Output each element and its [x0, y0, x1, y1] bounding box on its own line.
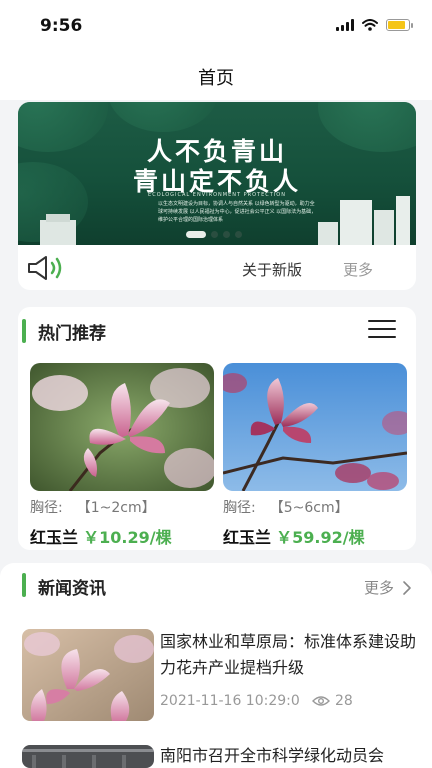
news-more-link[interactable]: 更多 [364, 577, 394, 598]
carousel-dot[interactable] [235, 231, 242, 238]
signal-icon [336, 19, 354, 31]
news-thumbnail[interactable] [22, 745, 154, 768]
notice-text[interactable]: 关于新版 [242, 259, 302, 280]
news-date: 2021-11-16 10:29:0 [160, 693, 300, 709]
news-section: 新闻资讯 更多 国家林业和草原局：标准体系建设助力花卉产业提档升级 2021-1… [0, 563, 432, 768]
product-card[interactable]: 胸径: 【5~6cm】 红玉兰 ￥59.92/棵 [223, 363, 407, 548]
product-image[interactable] [223, 363, 407, 491]
carousel-dot[interactable] [223, 231, 230, 238]
spec-value: 【1~2cm】 [76, 500, 156, 516]
product-price-line: 红玉兰 ￥59.92/棵 [223, 524, 407, 548]
banner-card: 人不负青山 青山定不负人 ECOLOGICAL ENVIRONMENT PROT… [18, 102, 416, 290]
news-views: 28 [312, 693, 353, 709]
section-accent-bar [22, 319, 26, 343]
news-title[interactable]: 南阳市召开全市科学绿化动员会 [160, 745, 414, 768]
status-time: 9:56 [40, 16, 83, 36]
product-price-line: 红玉兰 ￥10.29/棵 [30, 524, 214, 548]
notice-more-link[interactable]: 更多 [343, 259, 373, 280]
banner-subtitle: ECOLOGICAL ENVIRONMENT PROTECTION [148, 192, 286, 198]
wifi-icon [362, 19, 378, 31]
banner-paragraph: 以生态文明建设为目标，协调人与自然关系 以绿色转型为驱动，助力全球可持续发展 以… [158, 201, 317, 223]
banner-carousel[interactable]: 人不负青山 青山定不负人 ECOLOGICAL ENVIRONMENT PROT… [18, 102, 416, 245]
notice-bar[interactable]: 关于新版 更多 [18, 245, 416, 290]
product-image[interactable] [30, 363, 214, 491]
news-thumbnail[interactable] [22, 629, 154, 721]
status-icons [336, 19, 413, 31]
chevron-right-icon[interactable] [402, 580, 412, 596]
nav-bar: 首页 [0, 50, 432, 100]
product-card[interactable]: 胸径: 【1~2cm】 红玉兰 ￥10.29/棵 [30, 363, 214, 548]
news-title[interactable]: 国家林业和草原局：标准体系建设助力花卉产业提档升级 [160, 629, 418, 681]
product-spec: 胸径: 【5~6cm】 [223, 497, 407, 517]
building-illustration [40, 220, 76, 245]
section-accent-bar [22, 573, 26, 597]
product-price: ￥59.92/棵 [276, 528, 365, 547]
product-name: 红玉兰 [223, 528, 272, 547]
spec-label: 胸径: [30, 500, 63, 516]
status-bar: 9:56 [0, 0, 432, 50]
spec-label: 胸径: [223, 500, 256, 516]
hot-section: 热门推荐 胸径: 【1~2cm】 红玉兰 ￥10.29/棵 胸径: 【5~6cm… [18, 307, 416, 550]
section-title-news: 新闻资讯 [38, 579, 106, 599]
carousel-indicator[interactable] [186, 231, 242, 238]
section-title-hot: 热门推荐 [38, 324, 106, 344]
carousel-dot[interactable] [186, 231, 206, 238]
product-spec: 胸径: 【1~2cm】 [30, 497, 214, 517]
carousel-dot[interactable] [211, 231, 218, 238]
news-view-count: 28 [335, 693, 353, 709]
product-name: 红玉兰 [30, 528, 79, 547]
eye-icon [312, 696, 330, 706]
battery-icon [386, 19, 413, 31]
page-title: 首页 [198, 68, 234, 89]
spec-value: 【5~6cm】 [269, 500, 349, 516]
news-item[interactable]: 国家林业和草原局：标准体系建设助力花卉产业提档升级 2021-11-16 10:… [22, 629, 416, 725]
list-icon[interactable] [368, 319, 396, 339]
speaker-icon [28, 256, 62, 280]
news-item[interactable]: 南阳市召开全市科学绿化动员会 [22, 745, 414, 768]
product-price: ￥10.29/棵 [83, 528, 172, 547]
